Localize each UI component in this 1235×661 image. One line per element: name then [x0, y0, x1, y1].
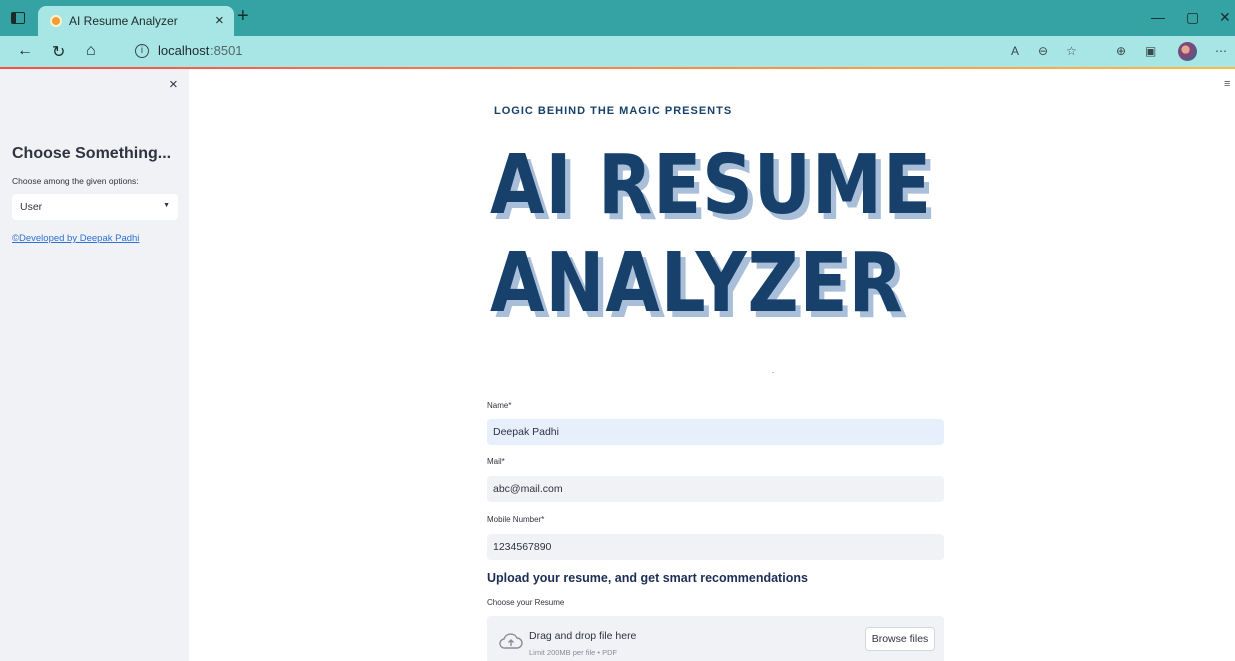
url-port: :8501	[210, 43, 243, 58]
minimize-button[interactable]: —	[1151, 9, 1165, 25]
tab-title: AI Resume Analyzer	[69, 14, 178, 28]
screenshot-icon[interactable]: ▣	[1145, 44, 1156, 58]
sidebar-close-icon[interactable]: ×	[169, 76, 178, 93]
resume-label: Choose your Resume	[487, 598, 565, 607]
developer-link[interactable]: ©Developed by Deepak Padhi	[12, 233, 139, 244]
mobile-field[interactable]	[487, 534, 944, 560]
name-label: Name*	[487, 401, 512, 410]
back-arrow-icon[interactable]: ←	[17, 42, 33, 60]
file-dropzone[interactable]: Drag and drop file here Limit 200MB per …	[487, 616, 944, 661]
sidebar-title: Choose Something...	[12, 145, 172, 162]
role-select-value: User	[20, 201, 43, 213]
logo-divider	[772, 372, 774, 373]
mobile-label: Mobile Number*	[487, 515, 545, 524]
more-icon[interactable]: ⋯	[1215, 44, 1227, 58]
browse-files-button[interactable]: Browse files	[865, 627, 935, 651]
info-icon[interactable]: i	[135, 44, 149, 58]
sidebar: × Choose Something... Choose among the g…	[0, 69, 189, 661]
role-select[interactable]: User ▼	[12, 194, 178, 220]
favicon-icon	[50, 15, 62, 27]
mail-label: Mail*	[487, 457, 505, 466]
zoom-icon[interactable]: ⊖	[1038, 44, 1048, 58]
sidebar-subtitle: Choose among the given options:	[12, 176, 139, 186]
profile-avatar-icon[interactable]	[1178, 42, 1197, 61]
url-host: localhost	[158, 43, 210, 58]
restore-button[interactable]: ▢	[1186, 9, 1199, 26]
sidebar-toggle-icon[interactable]	[11, 12, 25, 24]
browser-tab-bar: AI Resume Analyzer × + — ▢ ✕	[0, 0, 1235, 36]
new-tab-button[interactable]: +	[237, 5, 249, 28]
address-bar: ← ↻ ⌂ i localhost :8501 A ⊖ ☆ ⊕ ▣ ⋯	[0, 36, 1235, 67]
mail-field[interactable]	[487, 476, 944, 502]
refresh-icon[interactable]: ↻	[52, 42, 65, 62]
home-icon[interactable]: ⌂	[86, 42, 96, 60]
logo-title-line-1: AI RESUME	[490, 138, 932, 233]
hamburger-menu-icon[interactable]: ≡	[1224, 78, 1230, 90]
dropzone-limit: Limit 200MB per file • PDF	[529, 648, 618, 657]
logo-presents-text: LOGIC BEHIND THE MAGIC PRESENTS	[494, 105, 733, 117]
tab-close-icon[interactable]: ×	[215, 12, 224, 29]
dropzone-text: Drag and drop file here	[529, 630, 637, 642]
chevron-down-icon: ▼	[163, 202, 170, 209]
collections-icon[interactable]: ⊕	[1116, 44, 1126, 58]
close-window-button[interactable]: ✕	[1219, 9, 1231, 26]
favorites-icon[interactable]: ☆	[1066, 44, 1077, 58]
browser-tab[interactable]: AI Resume Analyzer ×	[38, 6, 234, 36]
cloud-upload-icon	[499, 633, 523, 649]
upload-heading: Upload your resume, and get smart recomm…	[487, 571, 808, 585]
name-field[interactable]	[487, 419, 944, 445]
logo-title-line-2: ANALYZER	[490, 236, 904, 331]
read-aloud-icon[interactable]: A	[1011, 44, 1019, 58]
url-field[interactable]: i localhost :8501	[118, 39, 1098, 64]
